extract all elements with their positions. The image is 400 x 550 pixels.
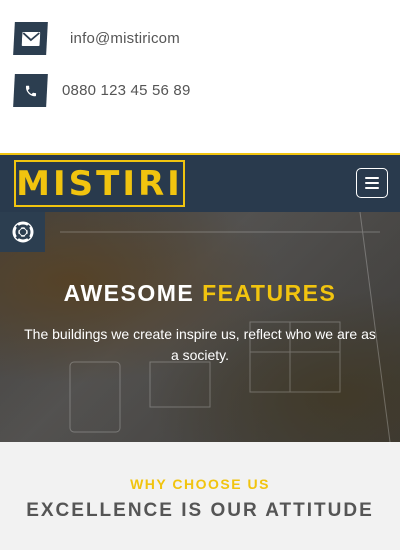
- section-title: EXCELLENCE IS OUR ATTITUDE: [26, 500, 374, 521]
- settings-tab[interactable]: [0, 212, 45, 252]
- logo-text: MISTIRI: [16, 163, 183, 204]
- hero-title-white: AWESOME: [63, 280, 195, 306]
- hero-section: AWESOME FEATURES The buildings we create…: [0, 212, 400, 442]
- contact-email[interactable]: info@mistiricom: [70, 30, 180, 47]
- menu-toggle-button[interactable]: [356, 168, 388, 198]
- phone-icon: [13, 74, 48, 107]
- lifebuoy-icon: [12, 221, 33, 243]
- hero-subtitle: The buildings we create inspire us, refl…: [24, 326, 376, 363]
- contact-bar: info@mistiricom 0880 123 45 56 89: [0, 0, 400, 153]
- hamburger-icon: [365, 177, 379, 189]
- hero-title: AWESOME FEATURES: [0, 280, 400, 307]
- navbar: MISTIRI: [0, 153, 400, 212]
- contact-phone[interactable]: 0880 123 45 56 89: [62, 82, 191, 99]
- contact-phone-row[interactable]: 0880 123 45 56 89: [13, 74, 191, 107]
- section-kicker: WHY CHOOSE US: [130, 476, 270, 492]
- hero-title-highlight: FEATURES: [202, 280, 337, 306]
- logo[interactable]: MISTIRI: [14, 160, 185, 207]
- why-choose-us-section: WHY CHOOSE US EXCELLENCE IS OUR ATTITUDE: [0, 442, 400, 550]
- contact-email-row[interactable]: info@mistiricom: [13, 22, 180, 55]
- envelope-icon: [13, 22, 48, 55]
